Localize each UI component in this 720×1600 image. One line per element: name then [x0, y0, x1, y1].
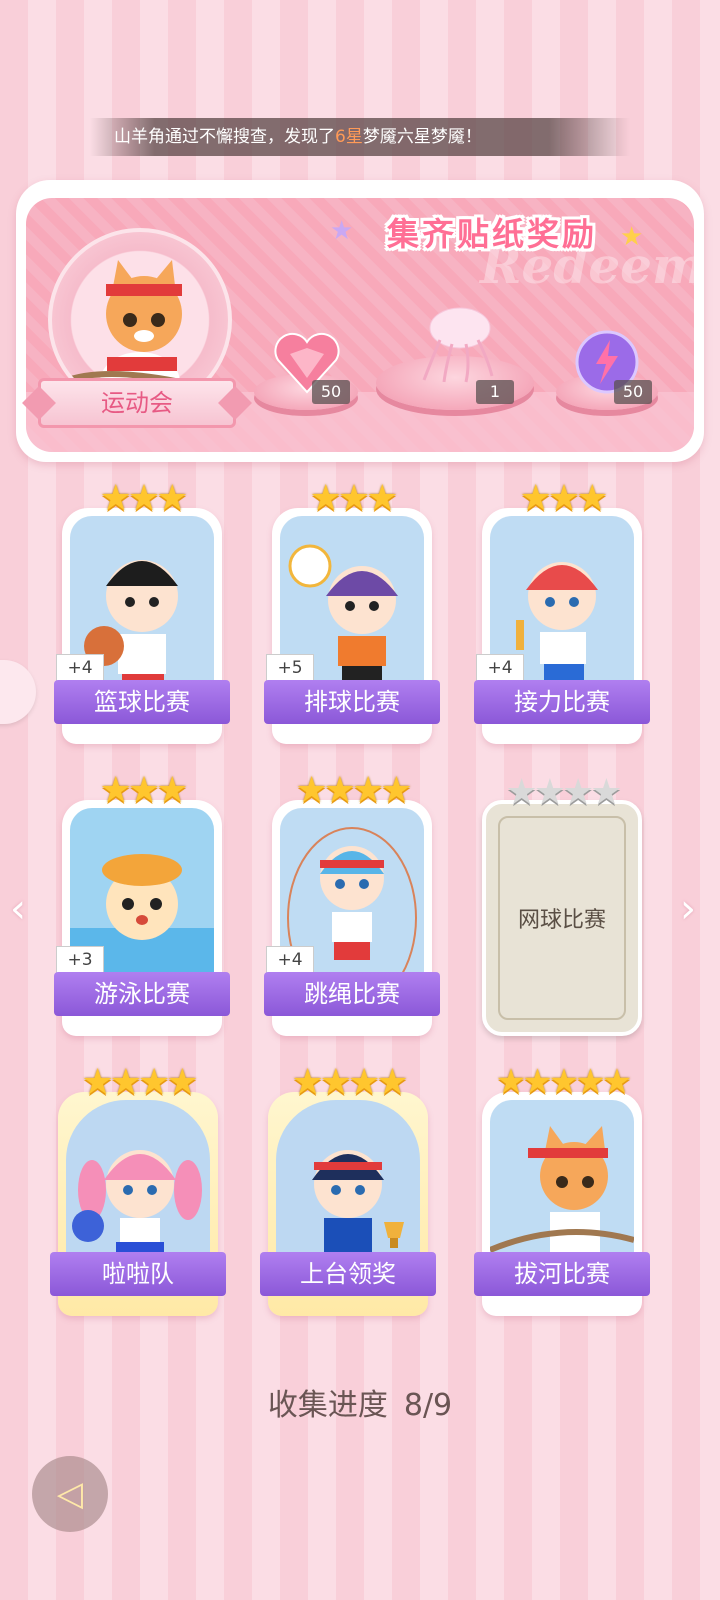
- reward-title: 集齐贴纸奖励: [362, 208, 622, 260]
- star-rating: ★★★: [99, 478, 189, 519]
- sticker-card-tennis-locked[interactable]: ★★★★ 网球比赛: [482, 772, 642, 1036]
- card-label: 篮球比赛: [54, 680, 230, 724]
- yellow-star-icon: ★: [620, 222, 644, 252]
- side-menu-tab[interactable]: [0, 660, 36, 724]
- progress-label: 收集进度: [267, 1388, 388, 1423]
- notice-suffix: 梦魇六星梦魇！: [362, 127, 482, 147]
- sticker-card-volleyball[interactable]: ★★★ +5 排球比赛: [264, 478, 440, 744]
- reward-title-text: 集齐贴纸奖励: [386, 215, 597, 253]
- sticker-card-swimming[interactable]: ★★★ +3 游泳比赛: [54, 770, 230, 1036]
- bonus-badge: +4: [56, 654, 104, 682]
- notice-highlight: 6星: [335, 127, 363, 147]
- progress-value: 8/9: [403, 1388, 453, 1423]
- star-rating: ★★★: [309, 478, 399, 519]
- sticker-card-basketball[interactable]: ★★★ +4 篮球比赛: [54, 478, 230, 744]
- star-rating: ★★★★: [81, 1062, 198, 1103]
- reward-count: 50: [614, 380, 652, 404]
- card-label: 接力比赛: [474, 680, 650, 724]
- card-label: 上台领奖: [260, 1252, 436, 1296]
- sticker-card-cheerleading[interactable]: ★★★★ 啦啦队: [50, 1062, 226, 1316]
- star-rating: ★★★★: [295, 770, 412, 811]
- notice-prefix: 山羊角通过不懈搜查，发现了: [114, 127, 335, 147]
- next-page-arrow-icon[interactable]: ›: [680, 886, 696, 932]
- star-rating: ★★★: [519, 478, 609, 519]
- star-rating: ★★★★★: [495, 1062, 632, 1102]
- card-label: 拔河比赛: [474, 1252, 650, 1296]
- card-label: 跳绳比赛: [264, 972, 440, 1016]
- card-label: 啦啦队: [50, 1252, 226, 1296]
- sticker-card-award[interactable]: ★★★★ 上台领奖: [260, 1062, 436, 1316]
- bonus-badge: +4: [266, 946, 314, 974]
- jellyfish-trophy-icon: [422, 307, 494, 383]
- sticker-card-tug-of-war[interactable]: ★★★★★ 拔河比赛: [474, 1062, 650, 1316]
- card-label: 排球比赛: [264, 680, 440, 724]
- star-rating: ★★★: [99, 770, 189, 811]
- bonus-badge: +4: [476, 654, 524, 682]
- star-rating: ★★★★: [291, 1062, 408, 1103]
- star-rating: ★★★★: [505, 772, 622, 813]
- locked-card-label: 网球比赛: [498, 816, 626, 1020]
- reward-count: 50: [312, 380, 350, 404]
- discovery-notice: 山羊角通过不懈搜查，发现了6星梦魇六星梦魇！: [90, 118, 630, 156]
- purple-star-icon: ★: [330, 216, 354, 246]
- sticker-card-relay[interactable]: ★★★ +4 接力比赛: [474, 478, 650, 744]
- back-button[interactable]: ◁: [32, 1456, 108, 1532]
- reward-count: 1: [476, 380, 514, 404]
- bonus-badge: +3: [56, 946, 104, 974]
- collection-progress: 收集进度 8/9: [0, 1380, 720, 1424]
- bonus-badge: +5: [266, 654, 314, 682]
- event-name-plate: 运动会: [38, 378, 236, 428]
- prev-page-arrow-icon[interactable]: ‹: [10, 886, 26, 932]
- sticker-card-jump-rope[interactable]: ★★★★ +4 跳绳比赛: [264, 770, 440, 1036]
- card-label: 游泳比赛: [54, 972, 230, 1016]
